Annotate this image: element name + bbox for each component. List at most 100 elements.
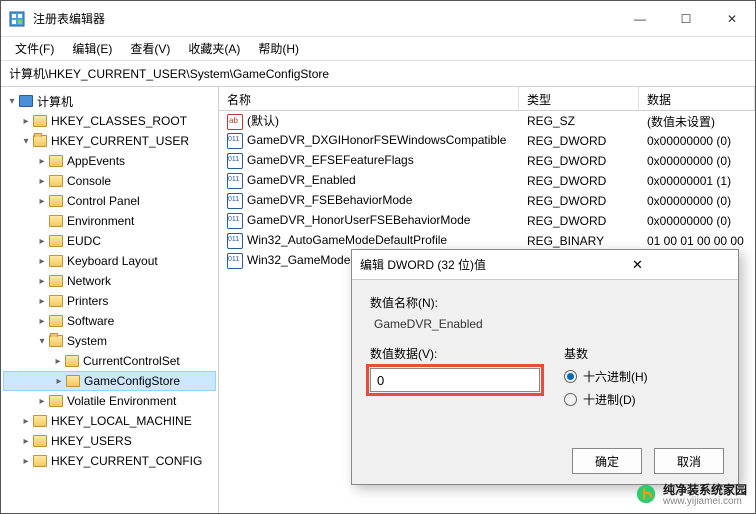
list-row[interactable]: GameDVR_FSEBehaviorModeREG_DWORD0x000000… <box>219 191 755 211</box>
tree-appevents[interactable]: ▸ AppEvents <box>3 151 216 171</box>
tree-label: HKEY_CURRENT_USER <box>51 134 189 148</box>
folder-icon <box>49 395 63 407</box>
maximize-button[interactable]: ☐ <box>663 1 709 36</box>
expand-icon[interactable]: ▸ <box>52 376 66 387</box>
tree-hklm[interactable]: ▸ HKEY_LOCAL_MACHINE <box>3 411 216 431</box>
expand-icon[interactable]: ▸ <box>35 276 49 287</box>
col-name[interactable]: 名称 <box>219 87 519 110</box>
tree-label: HKEY_CLASSES_ROOT <box>51 114 187 128</box>
folder-icon <box>49 235 63 247</box>
expand-icon[interactable]: ▸ <box>35 256 49 267</box>
folder-icon <box>49 155 63 167</box>
value-icon <box>227 193 243 209</box>
tree-label: GameConfigStore <box>84 374 180 388</box>
expand-icon[interactable]: ▸ <box>35 196 49 207</box>
tree-currentcontrolset[interactable]: ▸CurrentControlSet <box>3 351 216 371</box>
list-row[interactable]: GameDVR_DXGIHonorFSEWindowsCompatibleREG… <box>219 131 755 151</box>
expand-icon[interactable]: ▸ <box>51 356 65 367</box>
expand-icon[interactable]: ▸ <box>35 396 49 407</box>
value-icon <box>227 114 243 130</box>
folder-open-icon <box>33 135 47 147</box>
radio-icon <box>564 393 577 406</box>
value-data-label: 数值数据(V): <box>370 345 540 362</box>
dialog-titlebar[interactable]: 编辑 DWORD (32 位)值 ✕ <box>352 250 738 280</box>
tree-label: Printers <box>67 294 108 308</box>
value-icon <box>227 153 243 169</box>
value-data-input[interactable] <box>370 368 540 392</box>
tree-hkcr[interactable]: ▸ HKEY_CLASSES_ROOT <box>3 111 216 131</box>
value-icon <box>227 213 243 229</box>
folder-icon <box>33 455 47 467</box>
list-row[interactable]: GameDVR_EnabledREG_DWORD0x00000001 (1) <box>219 171 755 191</box>
folder-icon <box>49 255 63 267</box>
tree-volatileenv[interactable]: ▸Volatile Environment <box>3 391 216 411</box>
tree-printers[interactable]: ▸ Printers <box>3 291 216 311</box>
cancel-button[interactable]: 取消 <box>654 448 724 474</box>
menu-file[interactable]: 文件(F) <box>7 38 62 59</box>
tree-eudc[interactable]: ▸EUDC <box>3 231 216 251</box>
menu-view[interactable]: 查看(V) <box>122 38 178 59</box>
list-header: 名称 类型 数据 <box>219 87 755 111</box>
folder-icon <box>49 215 63 227</box>
tree-hkcu[interactable]: ▾ HKEY_CURRENT_USER <box>3 131 216 151</box>
folder-icon <box>66 375 80 387</box>
list-row[interactable]: Win32_AutoGameModeDefaultProfileREG_BINA… <box>219 231 755 251</box>
expand-icon[interactable]: ▸ <box>35 176 49 187</box>
expand-icon[interactable]: ▸ <box>35 296 49 307</box>
tree-hku[interactable]: ▸HKEY_USERS <box>3 431 216 451</box>
tree-pane[interactable]: ▾计算机 ▸ HKEY_CLASSES_ROOT ▾ HKEY_CURRENT_US… <box>1 87 219 513</box>
tree-environment[interactable]: Environment <box>3 211 216 231</box>
col-data[interactable]: 数据 <box>639 87 755 110</box>
tree-gameconfigstore[interactable]: ▸ GameConfigStore <box>3 371 216 391</box>
edit-dword-dialog: 编辑 DWORD (32 位)值 ✕ 数值名称(N): GameDVR_Enab… <box>351 249 739 485</box>
value-name-label: 数值名称(N): <box>370 294 720 311</box>
tree-label: AppEvents <box>67 154 125 168</box>
folder-icon <box>33 115 47 127</box>
window-controls: — ☐ ✕ <box>617 1 755 36</box>
expand-icon[interactable]: ▸ <box>19 116 33 127</box>
radio-hex[interactable]: 十六进制(H) <box>564 368 648 385</box>
ok-button[interactable]: 确定 <box>572 448 642 474</box>
tree-label: Console <box>67 174 111 188</box>
expand-icon[interactable]: ▸ <box>19 436 33 447</box>
menu-help[interactable]: 帮助(H) <box>250 38 307 59</box>
titlebar: 注册表编辑器 — ☐ ✕ <box>1 1 755 37</box>
tree-label: HKEY_CURRENT_CONFIG <box>51 454 202 468</box>
menu-favorites[interactable]: 收藏夹(A) <box>180 38 248 59</box>
col-type[interactable]: 类型 <box>519 87 639 110</box>
minimize-button[interactable]: — <box>617 1 663 36</box>
expand-icon[interactable]: ▸ <box>35 236 49 247</box>
close-button[interactable]: ✕ <box>709 1 755 36</box>
tree-keyboard[interactable]: ▸Keyboard Layout <box>3 251 216 271</box>
folder-icon <box>49 315 63 327</box>
collapse-icon[interactable]: ▾ <box>19 136 33 147</box>
tree-controlpanel[interactable]: ▸ Control Panel <box>3 191 216 211</box>
tree-label: Network <box>67 274 111 288</box>
menu-edit[interactable]: 编辑(E) <box>64 38 120 59</box>
expand-icon[interactable]: ▸ <box>35 316 49 327</box>
radio-dec[interactable]: 十进制(D) <box>564 391 648 408</box>
tree-label: System <box>67 334 107 348</box>
folder-icon <box>49 275 63 287</box>
watermark: 纯净装系统家园 www.yijiamei.com <box>635 481 747 507</box>
address-bar[interactable]: 计算机\HKEY_CURRENT_USER\System\GameConfigS… <box>1 61 755 87</box>
collapse-icon[interactable]: ▾ <box>5 96 19 107</box>
collapse-icon[interactable]: ▾ <box>35 336 49 347</box>
dialog-body: 数值名称(N): GameDVR_Enabled 数值数据(V): 基数 十六进… <box>352 280 738 428</box>
tree-hkcc[interactable]: ▸ HKEY_CURRENT_CONFIG <box>3 451 216 471</box>
tree-label: Control Panel <box>67 194 140 208</box>
tree-software[interactable]: ▸Software <box>3 311 216 331</box>
tree-network[interactable]: ▸ Network <box>3 271 216 291</box>
dialog-close-button[interactable]: ✕ <box>545 257 730 273</box>
tree-label: HKEY_LOCAL_MACHINE <box>51 414 192 428</box>
window-title: 注册表编辑器 <box>33 10 617 27</box>
list-row[interactable]: GameDVR_EFSEFeatureFlagsREG_DWORD0x00000… <box>219 151 755 171</box>
tree-system[interactable]: ▾ System <box>3 331 216 351</box>
expand-icon[interactable]: ▸ <box>19 416 33 427</box>
tree-root[interactable]: ▾计算机 <box>3 91 216 111</box>
tree-console[interactable]: ▸ Console <box>3 171 216 191</box>
list-row[interactable]: (默认)REG_SZ(数值未设置) <box>219 111 755 131</box>
list-row[interactable]: GameDVR_HonorUserFSEBehaviorModeREG_DWOR… <box>219 211 755 231</box>
expand-icon[interactable]: ▸ <box>35 156 49 167</box>
expand-icon[interactable]: ▸ <box>19 456 33 467</box>
